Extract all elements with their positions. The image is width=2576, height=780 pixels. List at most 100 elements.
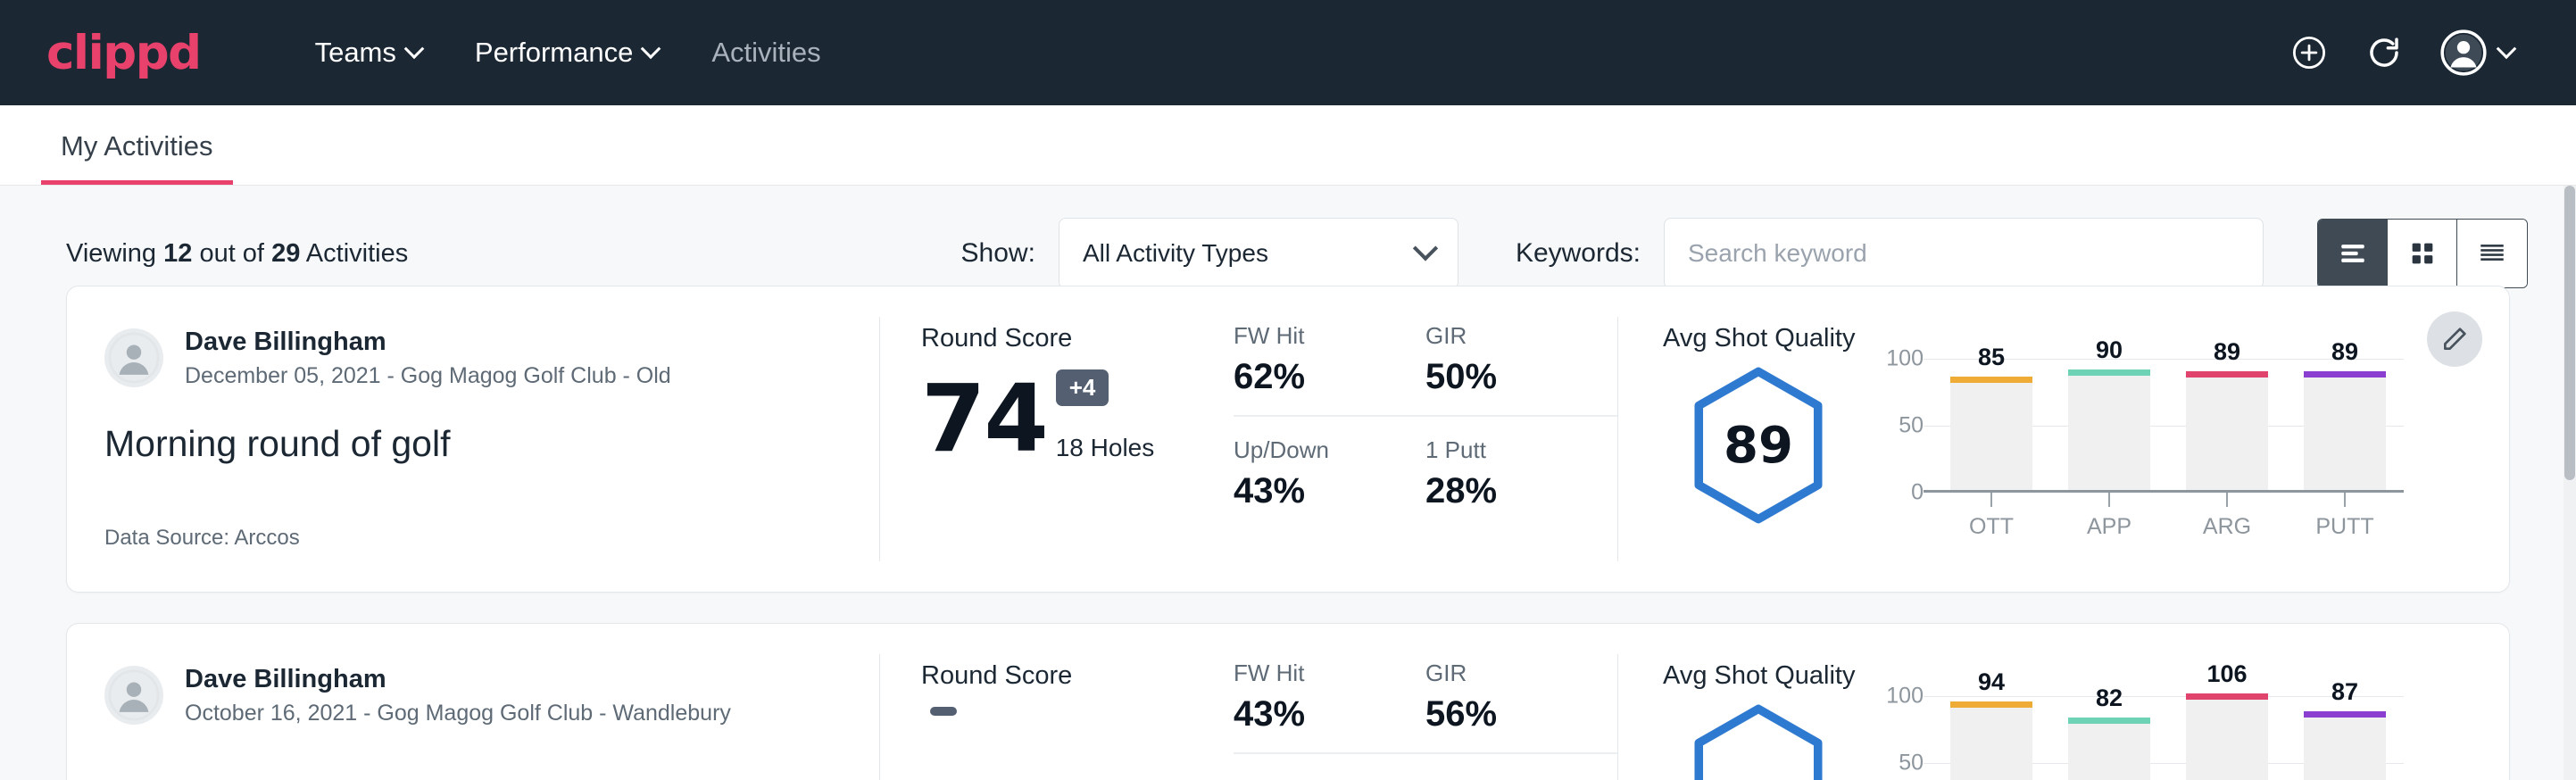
refresh-icon[interactable]: [2365, 34, 2403, 71]
show-label: Show:: [961, 238, 1035, 269]
chevron-down-icon: [1413, 236, 1438, 261]
stat-value: 43%: [1234, 694, 1388, 734]
chart-y-tick: 50: [1899, 751, 1924, 776]
chart-y-tick: 50: [1899, 413, 1924, 439]
chart-bar-cap: [2068, 718, 2150, 724]
round-stats-column: FW Hit 43% GIR 56%: [1234, 624, 1617, 780]
stat-label: 1 Putt: [1425, 436, 1580, 464]
chart-y-tick: 100: [1886, 684, 1924, 709]
chart-bar: 94: [1950, 701, 2032, 780]
viewing-suffix: Activities: [306, 239, 408, 268]
chart-bar-value: 90: [2068, 336, 2150, 364]
chevron-down-icon: [641, 38, 661, 59]
quality-hexagon: [1687, 703, 1830, 780]
round-score-value-row: [921, 707, 1234, 780]
compact-view-button[interactable]: [2457, 220, 2527, 287]
stat-label: Up/Down: [1234, 436, 1388, 464]
tab-my-activities[interactable]: My Activities: [41, 130, 233, 185]
chart-bar-cell: 89: [2168, 359, 2286, 490]
chart-bar-value: 85: [1950, 344, 2032, 371]
score-differential-badge: +4: [1056, 369, 1109, 406]
score-differential-badge: [930, 707, 957, 716]
round-score-value: 74: [921, 377, 1047, 462]
chart-bar: 90: [2068, 369, 2150, 490]
list-view-button[interactable]: [2318, 220, 2388, 287]
user-avatar-icon: [2440, 29, 2487, 76]
chart-x-label: APP: [2050, 514, 2168, 540]
grid-view-button[interactable]: [2388, 220, 2457, 287]
activity-info-column: Dave Billingham December 05, 2021 - Gog …: [67, 286, 879, 592]
nav-performance[interactable]: Performance: [448, 26, 685, 79]
stat-label: GIR: [1425, 322, 1580, 350]
chevron-down-icon: [2497, 38, 2517, 59]
quality-score: 89: [1687, 366, 1830, 525]
holes-played: 18 Holes: [1056, 434, 1155, 462]
chart-bar-cell: 90: [2050, 359, 2168, 490]
round-score-value-row: 74 +4 18 Holes: [921, 369, 1234, 462]
chart-bar-cell: 85: [1932, 359, 2050, 490]
chart-x-label: PUTT: [2286, 514, 2404, 540]
activity-card-list: Dave Billingham December 05, 2021 - Gog …: [0, 286, 2576, 780]
shot-quality-chart: 050100 948210687 OTTAPPARGPUTT: [1868, 696, 2404, 780]
chart-x-label-cell: PUTT: [2286, 493, 2404, 540]
quality-score: [1687, 703, 1830, 780]
stat-label: FW Hit: [1234, 322, 1388, 350]
chart-x-label: OTT: [1932, 514, 2050, 540]
user-avatar-button[interactable]: [2440, 29, 2514, 76]
viewing-count: 12: [163, 239, 192, 268]
chart-x-label-cell: APP: [2050, 493, 2168, 540]
main-nav-links: Teams Performance Activities: [288, 26, 848, 79]
quality-hexagon: 89: [1687, 366, 1830, 525]
viewing-total: 29: [271, 239, 300, 268]
player-identity: Dave Billingham October 16, 2021 - Gog M…: [104, 663, 879, 728]
viewing-middle: out of: [199, 239, 264, 268]
vertical-scrollbar[interactable]: [2564, 186, 2576, 780]
page-tab-bar: My Activities: [0, 105, 2576, 186]
activity-meta: December 05, 2021 - Gog Magog Golf Club …: [185, 361, 671, 391]
viewing-summary: Viewing 12 out of 29 Activities: [66, 239, 408, 269]
activity-type-value: All Activity Types: [1083, 239, 1268, 268]
chart-bar-cap: [2304, 711, 2386, 718]
chart-x-tickmark: [2344, 493, 2346, 507]
plus-circle-icon[interactable]: [2290, 34, 2328, 71]
chart-bar-cell: 94: [1932, 696, 2050, 780]
stat-value: 28%: [1425, 471, 1580, 511]
round-stats-grid: FW Hit 62% GIR 50% Up/Down 43% 1 Putt 28…: [1234, 322, 1617, 529]
grid-view-icon: [2407, 238, 2438, 269]
chart-bar-cap: [2304, 371, 2386, 378]
avg-shot-quality-column: Avg Shot Quality 89 050100 85908: [1618, 286, 2509, 592]
stat-up-down: Up/Down 43%: [1234, 436, 1425, 529]
chart-x-tickmark: [1990, 493, 1992, 507]
nav-actions: [2290, 29, 2530, 76]
avatar: [104, 666, 163, 725]
activity-title: Morning round of golf: [104, 423, 879, 465]
avg-shot-quality-column: Avg Shot Quality 050100 9482106: [1618, 624, 2509, 780]
activity-card[interactable]: Dave Billingham October 16, 2021 - Gog M…: [66, 623, 2510, 780]
chart-bar: 85: [1950, 377, 2032, 491]
stat-value: 56%: [1425, 694, 1580, 734]
avatar: [104, 328, 163, 387]
data-source-label: Data Source: Arccos: [104, 526, 300, 551]
nav-activities[interactable]: Activities: [685, 26, 847, 79]
round-score-column: Round Score: [880, 624, 1234, 780]
chart-y-tick: 100: [1886, 346, 1924, 372]
nav-teams[interactable]: Teams: [288, 26, 448, 79]
shot-quality-chart: 050100 85908989 OTTAPPARGPUTT: [1868, 359, 2404, 537]
chart-bar-cap: [1950, 377, 2032, 383]
chart-bar: 82: [2068, 718, 2150, 780]
chart-bars: 948210687: [1932, 696, 2404, 780]
app-logo[interactable]: clippd: [46, 26, 201, 80]
avg-shot-quality-body: 050100 948210687 OTTAPPARGPUTT: [1663, 696, 2509, 780]
chart-bar: 87: [2304, 711, 2386, 780]
round-stats-column: FW Hit 62% GIR 50% Up/Down 43% 1 Putt 28…: [1234, 286, 1617, 592]
chart-x-tickmark: [2226, 493, 2228, 507]
activity-card[interactable]: Dave Billingham December 05, 2021 - Gog …: [66, 286, 2510, 593]
filter-controls: Show: All Activity Types Keywords:: [961, 218, 2528, 289]
round-score-column: Round Score 74 +4 18 Holes: [880, 286, 1234, 592]
nav-activities-label: Activities: [711, 37, 820, 69]
edit-activity-button[interactable]: [2427, 311, 2482, 367]
chart-plot-area: 948210687: [1932, 696, 2404, 780]
search-input[interactable]: [1664, 218, 2264, 289]
scrollbar-thumb[interactable]: [2564, 186, 2575, 480]
activity-type-select[interactable]: All Activity Types: [1059, 218, 1458, 289]
